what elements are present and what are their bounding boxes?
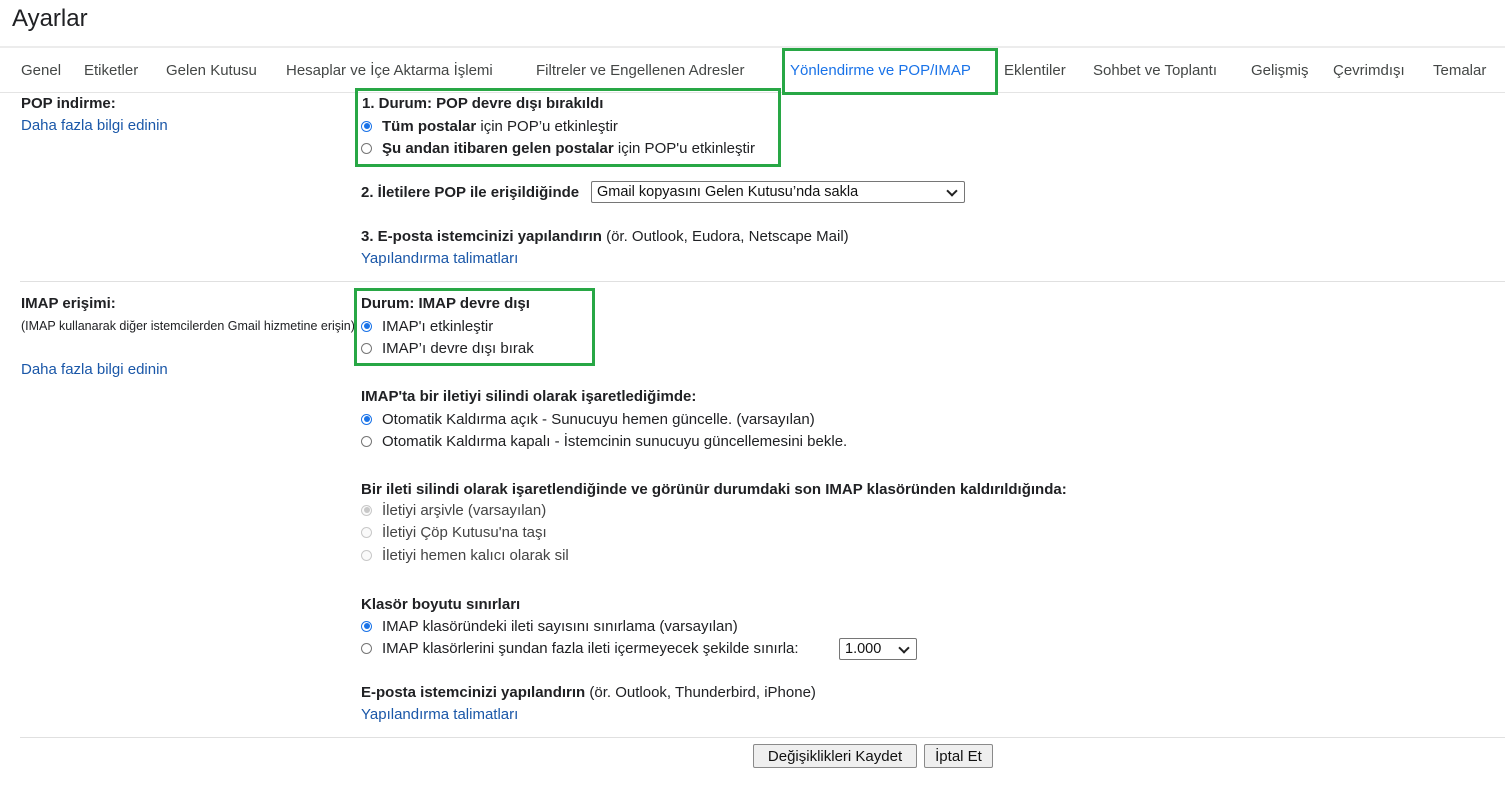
imap-description: (IMAP kullanarak diğer istemcilerden Gma… xyxy=(21,319,355,333)
pop-access-select[interactable]: Gmail kopyasını Gelen Kutusu’nda sakla xyxy=(591,181,965,203)
imap-enable-option[interactable]: IMAP'ı etkinleştir xyxy=(360,316,493,336)
imap-disable-label: IMAP’ı devre dışı bırak xyxy=(382,339,534,357)
radio-unselected-icon[interactable] xyxy=(361,642,372,654)
pop-access-label: 2. İletilere POP ile erişildiğinde xyxy=(361,184,580,201)
folder-limit-select[interactable]: 1.000 xyxy=(839,638,917,660)
imap-configure-text: E-posta istemcinizi yapılandırın (ör. Ou… xyxy=(361,684,816,701)
pop-option-from-now-bold: Şu andan itibaren gelen postalar xyxy=(382,139,614,157)
imap-delete-header: IMAP'ta bir iletiyi silindi olarak işare… xyxy=(361,388,697,405)
tab-etiketler[interactable]: Etiketler xyxy=(84,62,138,79)
pop-configure-rest: (ör. Outlook, Eudora, Netscape Mail) xyxy=(601,228,849,245)
delete-forever-option[interactable]: İletiyi hemen kalıcı olarak sil xyxy=(360,545,569,565)
delete-forever-label: İletiyi hemen kalıcı olarak sil xyxy=(382,546,569,564)
expunge-on-option[interactable]: Otomatik Kaldırma açık - Sunucuyu hemen … xyxy=(360,409,815,429)
expunge-off-option[interactable]: Otomatik Kaldırma kapalı - İstemcinin su… xyxy=(360,431,847,451)
tab-gelen-kutusu[interactable]: Gelen Kutusu xyxy=(166,62,257,79)
imap-configure-bold: E-posta istemcinizi yapılandırın xyxy=(361,684,586,701)
imap-configure-rest: (ör. Outlook, Thunderbird, iPhone) xyxy=(585,684,816,701)
pop-configure-bold: 3. E-posta istemcinizi yapılandırın xyxy=(361,228,602,245)
imap-disable-option[interactable]: IMAP’ı devre dışı bırak xyxy=(360,338,534,358)
folder-limit-value: 1.000 xyxy=(845,641,882,657)
pop-configure-text: 3. E-posta istemcinizi yapılandırın (ör.… xyxy=(361,228,849,245)
tab-eklentiler[interactable]: Eklentiler xyxy=(1004,62,1066,79)
save-changes-button[interactable]: Değişiklikleri Kaydet xyxy=(753,744,917,768)
pop-status: 1. Durum: POP devre dışı bırakıldı xyxy=(362,95,604,112)
no-limit-option[interactable]: IMAP klasöründeki ileti sayısını sınırla… xyxy=(360,616,738,636)
radio-unselected-icon[interactable] xyxy=(361,342,372,354)
radio-selected-icon[interactable] xyxy=(361,620,372,632)
pop-option-from-now-rest: için POP'u etkinleştir xyxy=(613,139,755,157)
expunge-on-label: Otomatik Kaldırma açık - Sunucuyu hemen … xyxy=(382,410,815,428)
tab-temalar[interactable]: Temalar xyxy=(1433,62,1486,79)
pop-option-from-now[interactable]: Şu andan itibaren gelen postalar için PO… xyxy=(360,138,755,158)
chevron-down-icon xyxy=(898,642,910,654)
page-title: Ayarlar xyxy=(12,5,88,32)
radio-selected-icon[interactable] xyxy=(361,413,372,425)
tabs-top-divider xyxy=(0,46,1505,48)
pop-option-all-mail[interactable]: Tüm postalar için POP’u etkinleştir xyxy=(360,116,618,136)
radio-disabled-selected-icon[interactable] xyxy=(361,504,372,516)
radio-disabled-icon[interactable] xyxy=(361,549,372,561)
archive-label: İletiyi arşivle (varsayılan) xyxy=(382,501,547,519)
tabs-bottom-divider xyxy=(0,92,1505,93)
imap-section-label: IMAP erişimi: xyxy=(21,295,116,312)
radio-unselected-icon[interactable] xyxy=(361,142,372,154)
pop-learn-more-link[interactable]: Daha fazla bilgi edinin xyxy=(21,117,168,134)
pop-configuration-link[interactable]: Yapılandırma talimatları xyxy=(361,250,518,267)
limit-option[interactable]: IMAP klasörlerini şundan fazla ileti içe… xyxy=(360,638,799,658)
trash-label: İletiyi Çöp Kutusu'na taşı xyxy=(382,523,547,541)
cancel-button[interactable]: İptal Et xyxy=(924,744,993,768)
imap-learn-more-link[interactable]: Daha fazla bilgi edinin xyxy=(21,361,168,378)
tab-genel[interactable]: Genel xyxy=(21,62,61,79)
pop-option-all-mail-bold: Tüm postalar xyxy=(382,117,477,135)
settings-tab-bar: Genel Etiketler Gelen Kutusu Hesaplar ve… xyxy=(0,50,1505,90)
pop-access-select-value: Gmail kopyasını Gelen Kutusu’nda sakla xyxy=(597,184,859,200)
pop-section-label: POP indirme: xyxy=(21,95,116,112)
footer-divider xyxy=(20,737,1505,738)
pop-option-all-mail-rest: için POP’u etkinleştir xyxy=(476,117,618,135)
tab-yonlendirme-pop-imap[interactable]: Yönlendirme ve POP/IMAP xyxy=(790,62,971,79)
imap-status: Durum: IMAP devre dışı xyxy=(361,295,530,312)
tab-filtreler[interactable]: Filtreler ve Engellenen Adresler xyxy=(536,62,744,79)
section-divider xyxy=(20,281,1505,282)
no-limit-label: IMAP klasöründeki ileti sayısını sınırla… xyxy=(382,617,738,635)
radio-selected-icon[interactable] xyxy=(361,120,372,132)
imap-enable-label: IMAP'ı etkinleştir xyxy=(382,317,494,335)
tab-gelismis[interactable]: Gelişmiş xyxy=(1251,62,1309,79)
limit-label: IMAP klasörlerini şundan fazla ileti içe… xyxy=(382,639,799,657)
tab-hesaplar[interactable]: Hesaplar ve İçe Aktarma İşlemi xyxy=(286,62,493,79)
trash-option[interactable]: İletiyi Çöp Kutusu'na taşı xyxy=(360,522,547,542)
radio-unselected-icon[interactable] xyxy=(361,435,372,447)
folder-size-header: Klasör boyutu sınırları xyxy=(361,596,521,613)
radio-disabled-icon[interactable] xyxy=(361,526,372,538)
imap-configuration-link[interactable]: Yapılandırma talimatları xyxy=(361,706,518,723)
imap-expunged-header: Bir ileti silindi olarak işaretlendiğind… xyxy=(361,481,1067,498)
radio-selected-icon[interactable] xyxy=(361,320,372,332)
chevron-down-icon xyxy=(946,185,958,197)
tab-sohbet-toplanti[interactable]: Sohbet ve Toplantı xyxy=(1093,62,1217,79)
tab-cevrimdisi[interactable]: Çevrimdışı xyxy=(1333,62,1405,79)
archive-option[interactable]: İletiyi arşivle (varsayılan) xyxy=(360,500,546,520)
expunge-off-label: Otomatik Kaldırma kapalı - İstemcinin su… xyxy=(382,432,848,450)
